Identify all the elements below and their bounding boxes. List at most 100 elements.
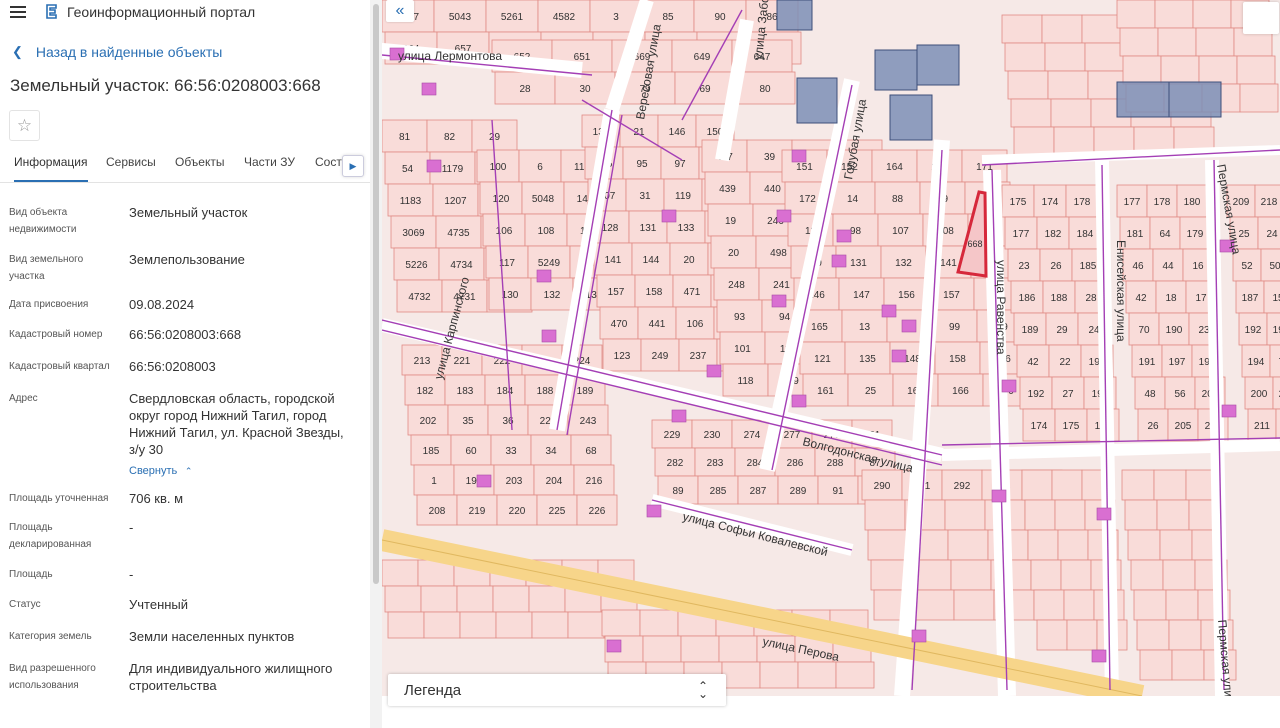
address-text: Свердловская область, городской округ го…	[129, 391, 344, 457]
parcel	[867, 529, 909, 561]
prop-value: Для индивидуального жилищного строительс…	[129, 661, 333, 693]
map-control-button[interactable]	[1243, 2, 1279, 34]
parcel-number: 203	[506, 476, 523, 487]
tab-info[interactable]: Информация	[14, 155, 88, 182]
parcel-number: 179	[1187, 229, 1204, 240]
building	[1096, 507, 1112, 521]
parcel-number: 1179	[442, 164, 464, 175]
parcel	[913, 589, 955, 621]
parcel-number: 177	[1013, 229, 1030, 240]
tabs-scroll-right-button[interactable]: ▶	[342, 155, 364, 177]
parcel-number: 243	[580, 416, 597, 427]
prop-value: -	[129, 567, 134, 582]
parcel-number: 68	[585, 446, 597, 457]
parcel-number: 220	[509, 506, 526, 517]
legend-toggle[interactable]: Легенда ⌃ ⌄	[388, 674, 726, 706]
collapse-link[interactable]: Свернуть ⌃	[129, 461, 354, 480]
tab-objects[interactable]: Объекты	[175, 155, 225, 182]
parcel-number: 283	[707, 458, 724, 469]
parcel-number: 213	[414, 356, 431, 367]
parcel-number: 28	[1085, 293, 1097, 304]
collapse-panel-icon[interactable]: «	[386, 0, 414, 22]
favorite-star-icon[interactable]: ☆	[9, 110, 40, 141]
building	[661, 209, 677, 223]
parcel-number: 248	[728, 280, 745, 291]
parcel-number: 132	[544, 290, 561, 301]
registered-parcel	[1116, 81, 1170, 118]
scrollbar-thumb[interactable]	[373, 4, 379, 584]
parcel-number: 161	[817, 386, 834, 397]
parcel-number: 158	[646, 287, 663, 298]
parcel-number: 4582	[553, 12, 576, 23]
back-link[interactable]: ❮ Назад в найденные объекты	[0, 44, 370, 60]
parcel-number: 98	[850, 226, 862, 237]
parcel-number: 193	[1273, 325, 1280, 336]
parcel	[1116, 0, 1156, 29]
parcel-number: 99	[949, 322, 961, 333]
parcel	[1051, 469, 1083, 501]
parcel-number: 471	[684, 287, 701, 298]
parcel	[1004, 42, 1046, 72]
parcel-number: 183	[457, 386, 474, 397]
parcel	[1153, 469, 1187, 501]
parcel	[1160, 55, 1200, 85]
tab-objects-label: Объекты	[175, 155, 225, 169]
tab-parts[interactable]: Части ЗУ	[244, 155, 295, 182]
parcel-number: 39	[764, 152, 776, 163]
parcel-number: 131	[640, 223, 657, 234]
parcel	[1021, 469, 1053, 501]
parcel	[531, 611, 569, 639]
parcel	[797, 661, 837, 689]
parcel-number: 187	[1242, 293, 1259, 304]
parcel-number: 286	[787, 458, 804, 469]
parcel-number: 249	[652, 351, 669, 362]
parcel-number: 188	[537, 386, 554, 397]
parcel	[1050, 98, 1092, 128]
parcel-number: 178	[1154, 197, 1171, 208]
parcel	[1053, 126, 1095, 156]
parcel-number: 192	[1028, 389, 1045, 400]
parcel-number: 88	[892, 194, 904, 205]
parcel	[1084, 42, 1126, 72]
parcel-number: 17	[1195, 293, 1207, 304]
parcel	[1139, 649, 1173, 681]
parcel	[1239, 83, 1279, 113]
parcel-number: 157	[608, 287, 625, 298]
parcel-number: 225	[549, 506, 566, 517]
parcel-number: 156	[898, 290, 915, 301]
parcel-number: 200	[1251, 389, 1268, 400]
panel-scrollbar[interactable]	[370, 0, 382, 728]
parcel-number: 651	[574, 52, 591, 63]
registered-parcel	[874, 49, 918, 91]
parcel	[1192, 0, 1232, 29]
parcel-number: 85	[662, 12, 674, 23]
parcel-number: 192	[1245, 325, 1262, 336]
building	[671, 409, 687, 423]
parcel-number: 175	[1010, 197, 1027, 208]
parcel-number: 29	[489, 132, 501, 143]
chevron-updown-icon: ⌃ ⌄	[697, 679, 708, 701]
tab-services-label: Сервисы	[106, 155, 156, 169]
parcel-number: 185	[1080, 261, 1097, 272]
parcel	[1054, 499, 1086, 531]
parcel-number: 166	[952, 386, 969, 397]
parcel-number: 19	[725, 216, 737, 227]
parcel-number: 5249	[538, 258, 561, 269]
parcel-number: 121	[814, 354, 831, 365]
registered-parcel	[916, 44, 960, 86]
menu-icon[interactable]	[10, 6, 26, 18]
parcel-number: 3069	[402, 228, 425, 239]
back-link-label: Назад в найденные объекты	[35, 44, 223, 60]
utility-line	[651, 499, 853, 551]
parcel-number: 181	[1127, 229, 1144, 240]
parcel-number: 33	[505, 446, 517, 457]
object-title: Земельный участок: 66:56:0208003:668	[10, 76, 321, 95]
map-canvas[interactable]: 5067504352614582385908666465767350664665…	[382, 0, 1280, 696]
building	[831, 254, 847, 268]
tab-services[interactable]: Сервисы	[106, 155, 156, 182]
parcel-number: 3	[613, 12, 619, 23]
parcel	[1041, 14, 1083, 44]
cadastral-map[interactable]: 5067504352614582385908666465767350664665…	[382, 0, 1280, 696]
parcel-number: 90	[714, 12, 726, 23]
app-title: Геоинформационный портал	[67, 4, 256, 20]
